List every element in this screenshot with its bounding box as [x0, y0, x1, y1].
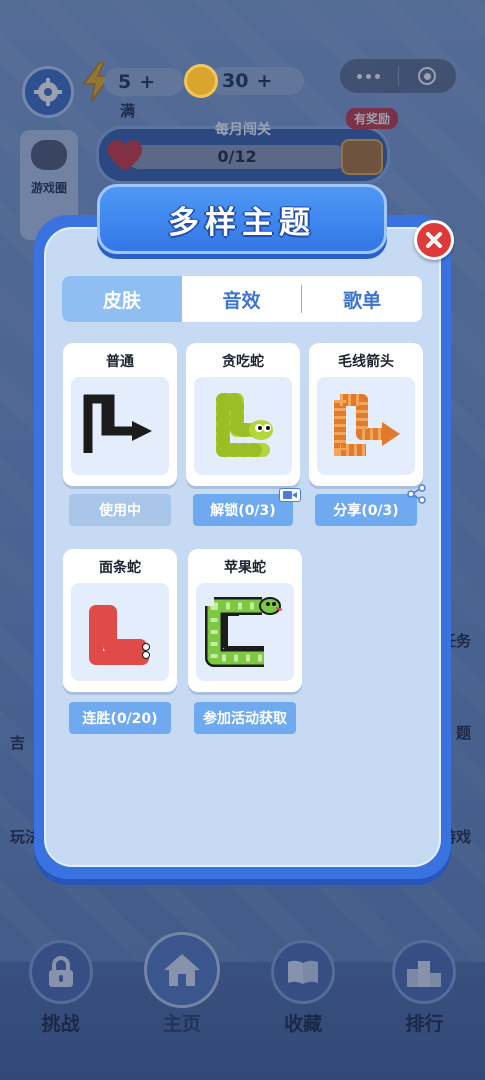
skin-button-snake-label: 解锁(0/3)	[210, 503, 276, 519]
theme-tabs: 皮肤 音效 歌单	[62, 276, 422, 322]
coin-icon	[184, 64, 218, 98]
skin-name: 贪吃蛇	[222, 354, 264, 370]
skin-button-snake[interactable]: 解锁(0/3)	[193, 488, 301, 526]
skin-card-snake[interactable]: 贪吃蛇	[186, 343, 300, 486]
skin-card-yarn-arrow[interactable]: 毛线箭头	[309, 343, 423, 486]
skin-button-yarn-arrow[interactable]: 分享(0/3)	[315, 484, 426, 526]
tab-playlist[interactable]: 歌单	[302, 276, 422, 322]
close-button[interactable]	[414, 220, 454, 260]
modal-title: 多样主题	[97, 184, 387, 254]
noodle-snake-icon	[89, 605, 150, 665]
green-snake-icon	[216, 393, 273, 457]
tab-sound[interactable]: 音效	[182, 276, 302, 322]
video-icon	[279, 488, 301, 502]
yarn-arrow-icon	[334, 394, 400, 456]
skin-name: 毛线箭头	[338, 354, 394, 370]
share-icon	[413, 333, 433, 353]
skin-name: 普通	[106, 354, 134, 370]
skin-button-normal[interactable]: 使用中	[69, 494, 171, 526]
skin-card-apple[interactable]: 苹果蛇	[188, 549, 302, 692]
close-icon	[426, 232, 442, 248]
skin-button-yarn-label: 分享(0/3)	[333, 503, 399, 519]
tab-skin[interactable]: 皮肤	[62, 276, 182, 322]
apple-snake-icon	[205, 597, 283, 667]
skin-button-noodle[interactable]: 连胜(0/20)	[69, 702, 171, 734]
skin-card-noodle[interactable]: 面条蛇	[63, 549, 177, 692]
share-icon	[407, 484, 426, 504]
skin-name: 面条蛇	[99, 560, 141, 576]
skin-button-apple[interactable]: 参加活动获取	[194, 702, 296, 734]
skin-card-normal[interactable]: 普通	[63, 343, 177, 486]
arrow-icon	[83, 394, 152, 453]
skin-name: 苹果蛇	[224, 560, 266, 576]
theme-modal-body	[44, 227, 441, 867]
